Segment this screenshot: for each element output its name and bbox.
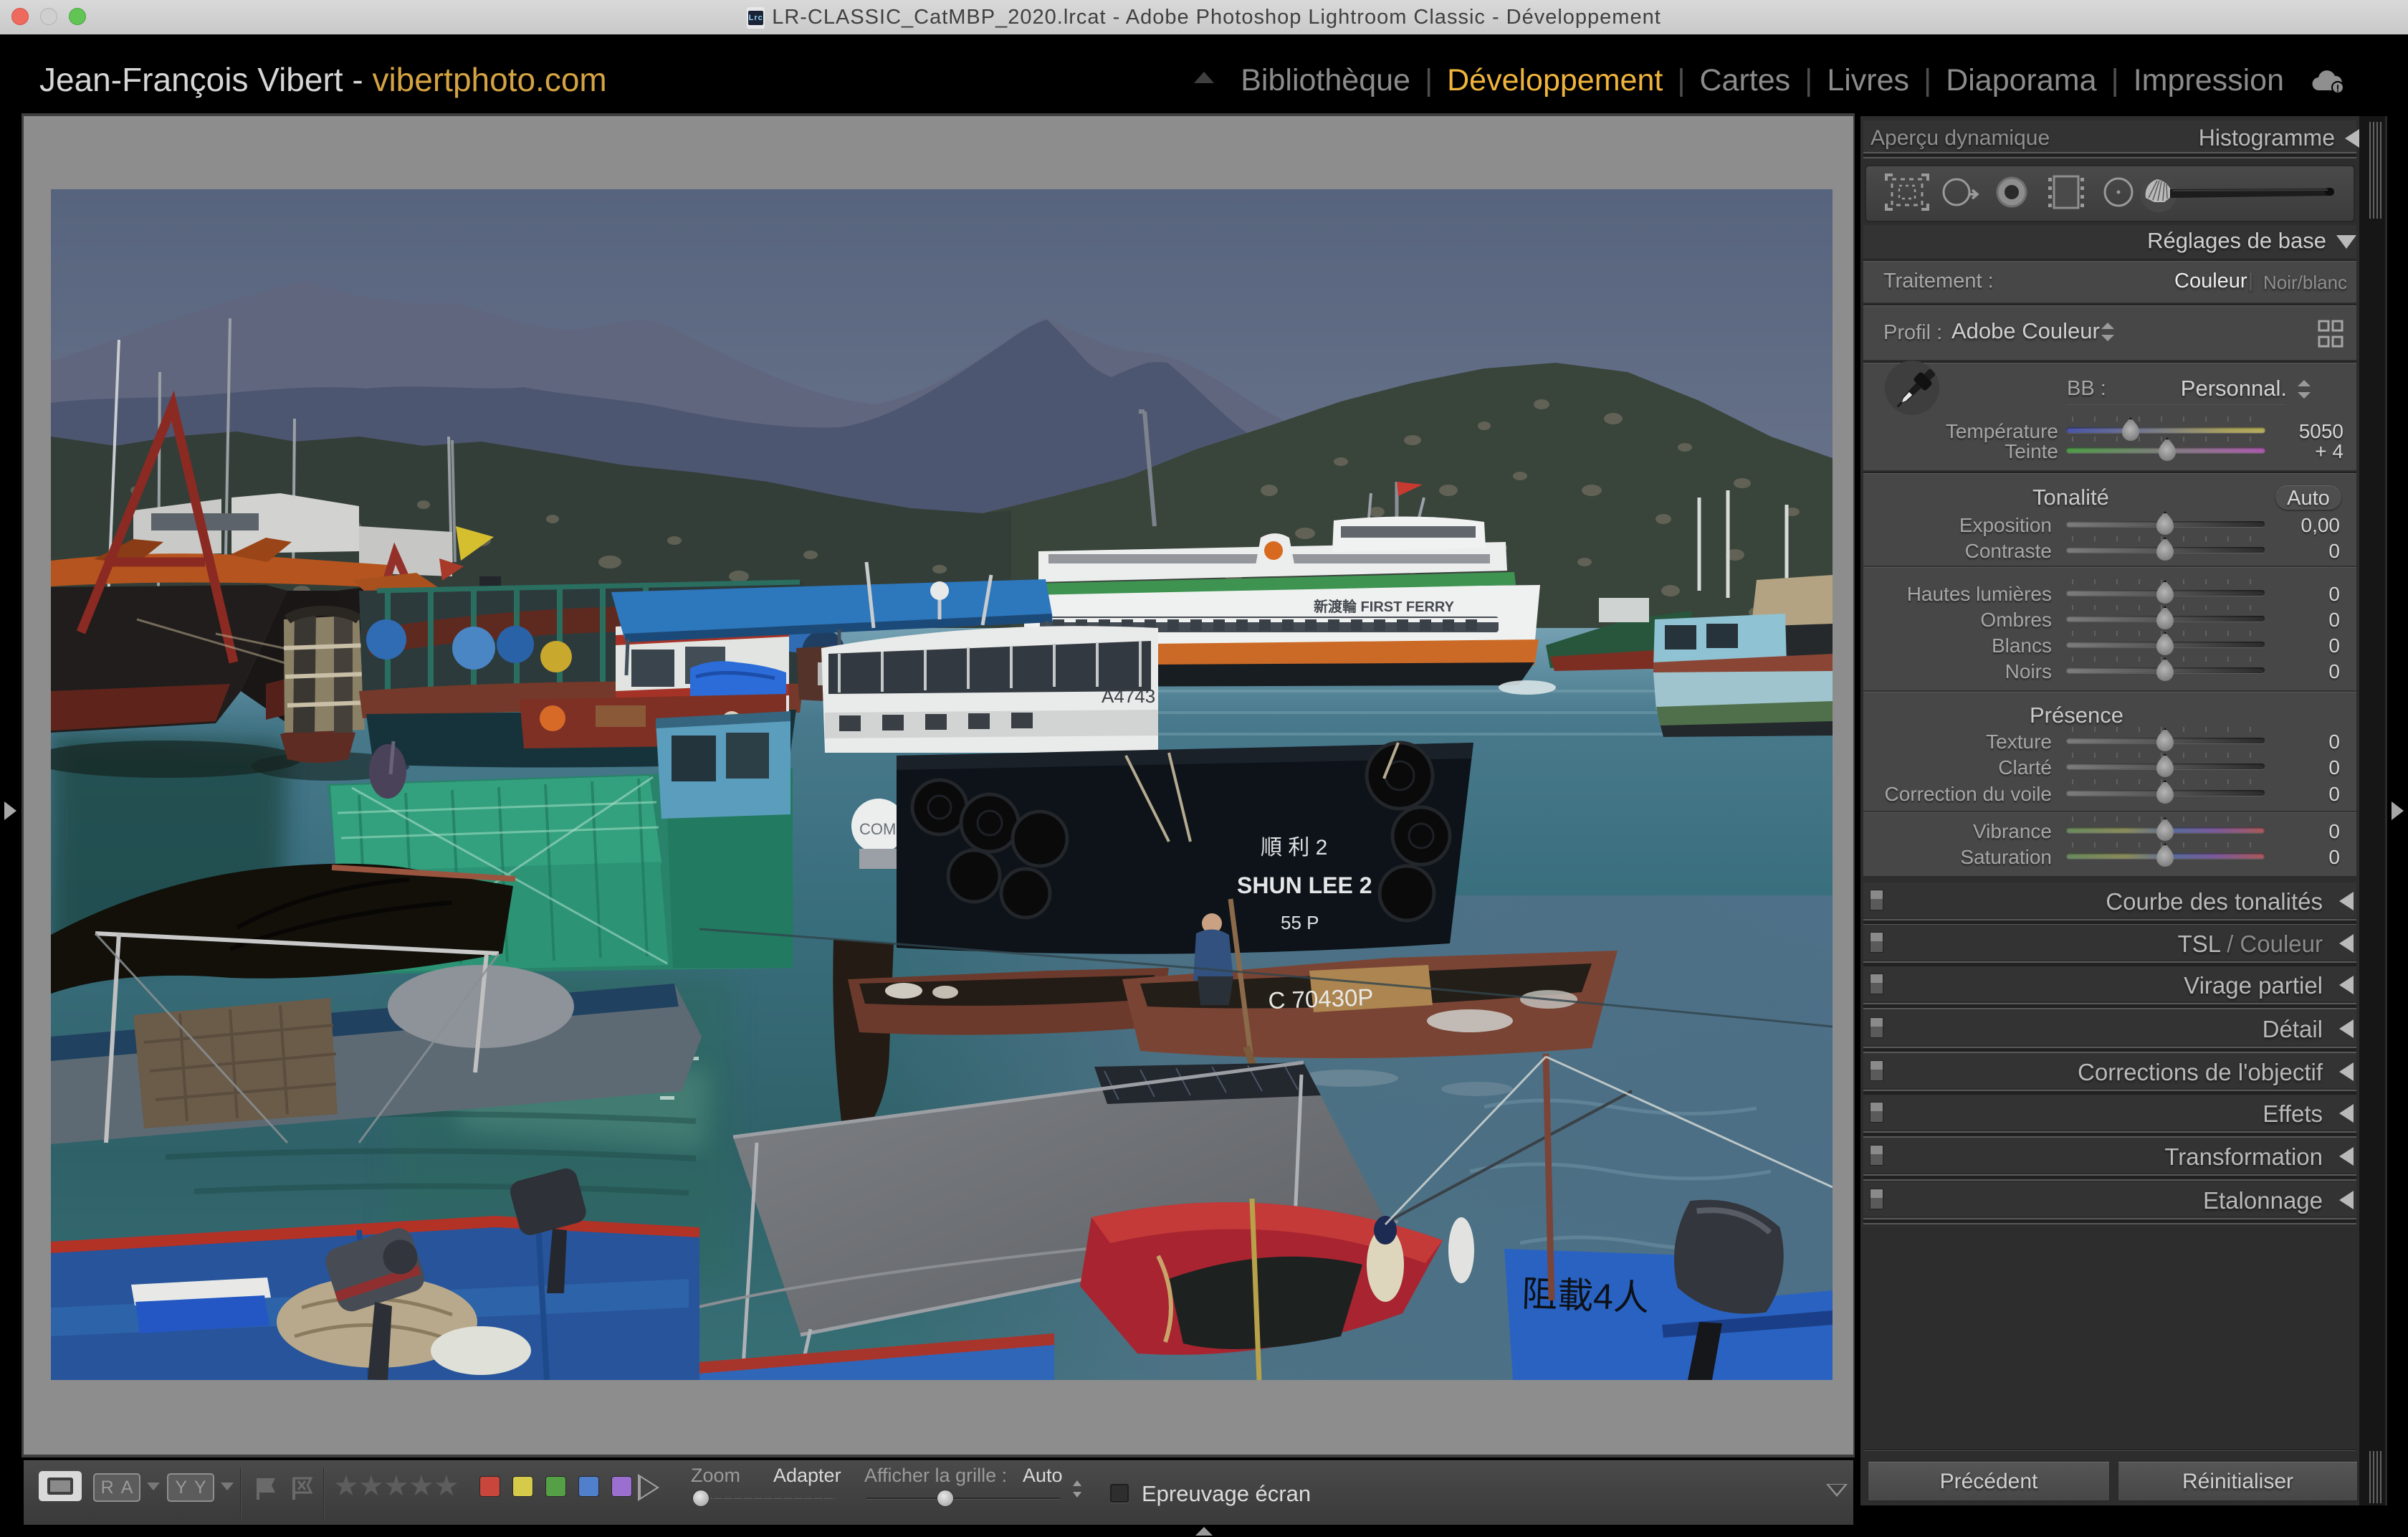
svg-text:A4743: A4743 (1102, 685, 1155, 707)
svg-text:COM: COM (859, 820, 896, 838)
svg-text:新渡輪 FIRST FERRY: 新渡輪 FIRST FERRY (1314, 598, 1455, 615)
svg-text:順 利 2: 順 利 2 (1261, 836, 1327, 860)
svg-text:阻載4人: 阻載4人 (1521, 1274, 1650, 1318)
svg-text:C 70430P: C 70430P (1268, 984, 1374, 1014)
svg-text:!: ! (2336, 82, 2340, 93)
svg-text:55 P: 55 P (1281, 912, 1319, 933)
svg-text:SHUN LEE 2: SHUN LEE 2 (1237, 872, 1372, 898)
